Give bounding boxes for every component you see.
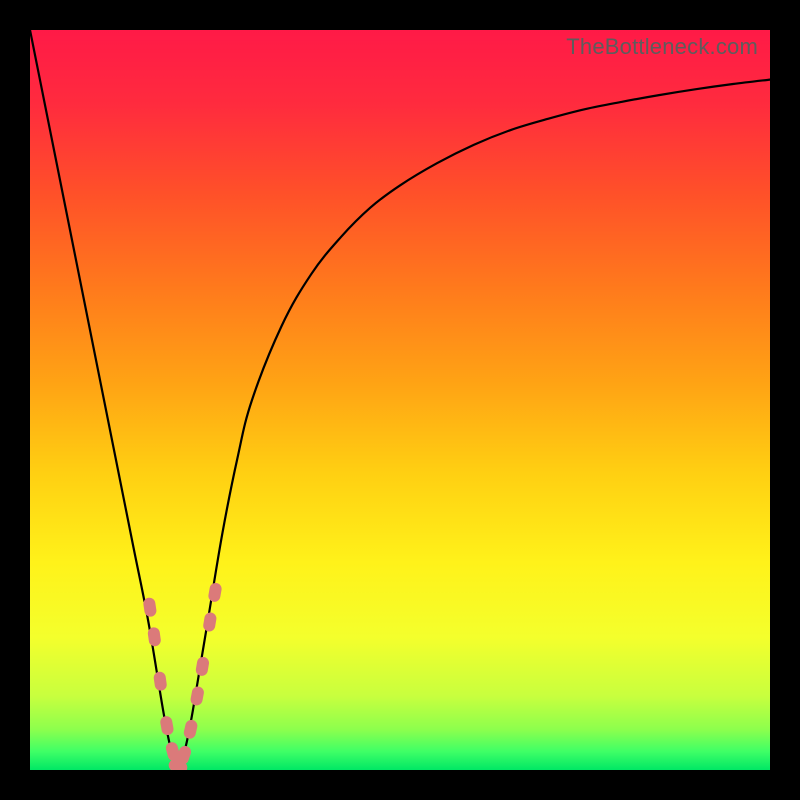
watermark-text: TheBottleneck.com bbox=[566, 34, 758, 60]
curve-layer bbox=[30, 30, 770, 770]
plot-area: TheBottleneck.com bbox=[30, 30, 770, 770]
marker-point bbox=[153, 671, 168, 691]
marker-point bbox=[195, 656, 210, 677]
marker-point bbox=[143, 597, 158, 618]
marker-point bbox=[202, 612, 217, 633]
marker-point bbox=[207, 582, 222, 603]
marker-point bbox=[190, 686, 205, 707]
bottleneck-curve bbox=[30, 30, 770, 770]
marker-point bbox=[159, 715, 174, 736]
marker-point bbox=[183, 719, 199, 740]
chart-frame: TheBottleneck.com bbox=[0, 0, 800, 800]
marker-point bbox=[147, 627, 162, 647]
